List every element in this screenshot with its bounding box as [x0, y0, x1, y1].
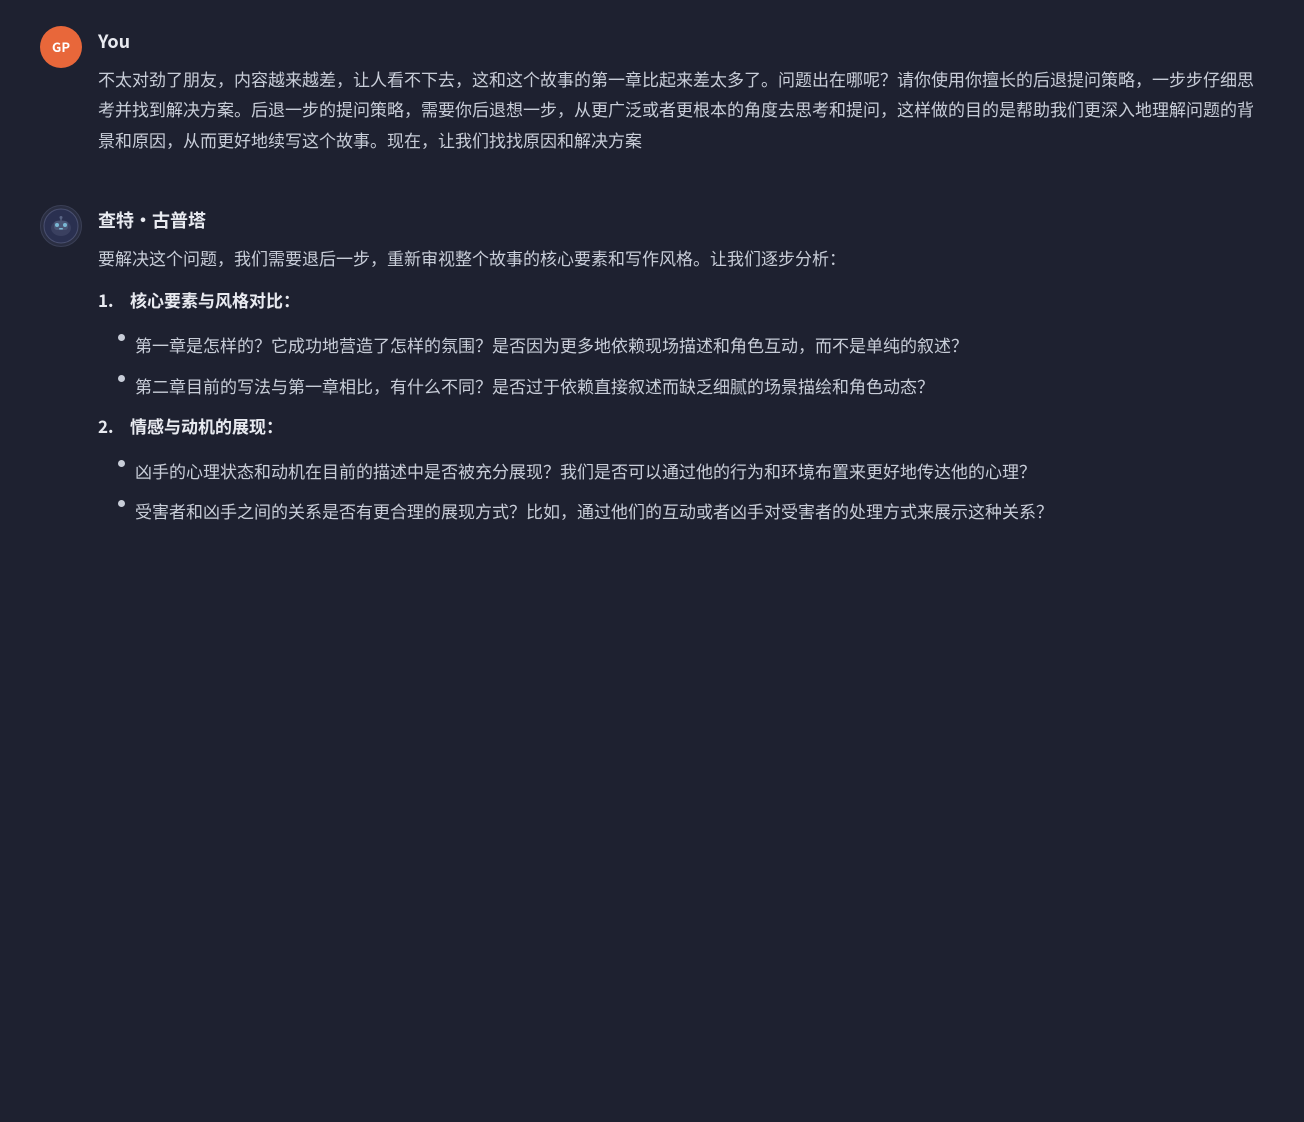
section-2-colon: ：: [266, 413, 283, 438]
section-2-bullets: 凶手的心理状态和动机在目前的描述中是否被充分展现？我们是否可以通过他的行为和环境…: [118, 456, 1264, 527]
section-1-number: 1.: [98, 285, 122, 316]
section-2-title: 情感与动机的展现: [130, 413, 266, 438]
section-1-header: 1. 核心要素与风格对比：: [98, 285, 1264, 316]
section-1-bullets: 第一章是怎样的？它成功地营造了怎样的氛围？是否因为更多地依赖现场描述和角色互动，…: [118, 330, 1264, 401]
user-message-block: GP You 不太对劲了朋友，内容越来越差，让人看不下去，这和这个故事的第一章比…: [40, 24, 1264, 167]
section-1-colon: ：: [283, 287, 300, 312]
section-2-header: 2. 情感与动机的展现：: [98, 411, 1264, 442]
bullet-text: 第二章目前的写法与第一章相比，有什么不同？是否过于依赖直接叙述而缺乏细腻的场景描…: [135, 371, 1264, 402]
user-message-content: You 不太对劲了朋友，内容越来越差，让人看不下去，这和这个故事的第一章比起来差…: [98, 24, 1264, 167]
ai-avatar-image: [41, 206, 81, 246]
bullet-item: 受害者和凶手之间的关系是否有更合理的展现方式？比如，通过他们的互动或者凶手对受害…: [118, 496, 1264, 527]
bullet-dot-icon: [118, 500, 125, 507]
user-avatar: GP: [40, 26, 82, 68]
ai-message-text: 要解决这个问题，我们需要退后一步，重新审视整个故事的核心要素和写作风格。让我们逐…: [98, 243, 1264, 527]
bullet-item: 第二章目前的写法与第一章相比，有什么不同？是否过于依赖直接叙述而缺乏细腻的场景描…: [118, 371, 1264, 402]
ai-robot-icon: [43, 208, 79, 244]
ai-message-content: 查特·古普塔 要解决这个问题，我们需要退后一步，重新审视整个故事的核心要素和写作…: [98, 203, 1264, 537]
bullet-text: 受害者和凶手之间的关系是否有更合理的展现方式？比如，通过他们的互动或者凶手对受害…: [135, 496, 1264, 527]
user-avatar-initials: GP: [52, 36, 70, 59]
user-message-text: 不太对劲了朋友，内容越来越差，让人看不下去，这和这个故事的第一章比起来差太多了。…: [98, 64, 1264, 156]
bullet-text: 凶手的心理状态和动机在目前的描述中是否被充分展现？我们是否可以通过他的行为和环境…: [135, 456, 1264, 487]
chat-container: GP You 不太对劲了朋友，内容越来越差，让人看不下去，这和这个故事的第一章比…: [0, 0, 1304, 613]
bullet-dot-icon: [118, 375, 125, 382]
ai-sender-name: 查特·古普塔: [98, 205, 1264, 237]
bullet-text: 第一章是怎样的？它成功地营造了怎样的氛围？是否因为更多地依赖现场描述和角色互动，…: [135, 330, 1264, 361]
bullet-dot-icon: [118, 460, 125, 467]
ai-intro-text: 要解决这个问题，我们需要退后一步，重新审视整个故事的核心要素和写作风格。让我们逐…: [98, 243, 1264, 274]
section-1-title: 核心要素与风格对比: [130, 287, 283, 312]
bullet-item: 第一章是怎样的？它成功地营造了怎样的氛围？是否因为更多地依赖现场描述和角色互动，…: [118, 330, 1264, 361]
ai-message-block: 查特·古普塔 要解决这个问题，我们需要退后一步，重新审视整个故事的核心要素和写作…: [40, 203, 1264, 537]
section-2-number: 2.: [98, 411, 122, 442]
ai-avatar: [40, 205, 82, 247]
bullet-item: 凶手的心理状态和动机在目前的描述中是否被充分展现？我们是否可以通过他的行为和环境…: [118, 456, 1264, 487]
user-message-paragraph: 不太对劲了朋友，内容越来越差，让人看不下去，这和这个故事的第一章比起来差太多了。…: [98, 64, 1264, 156]
user-sender-name: You: [98, 26, 1264, 58]
bullet-dot-icon: [118, 334, 125, 341]
